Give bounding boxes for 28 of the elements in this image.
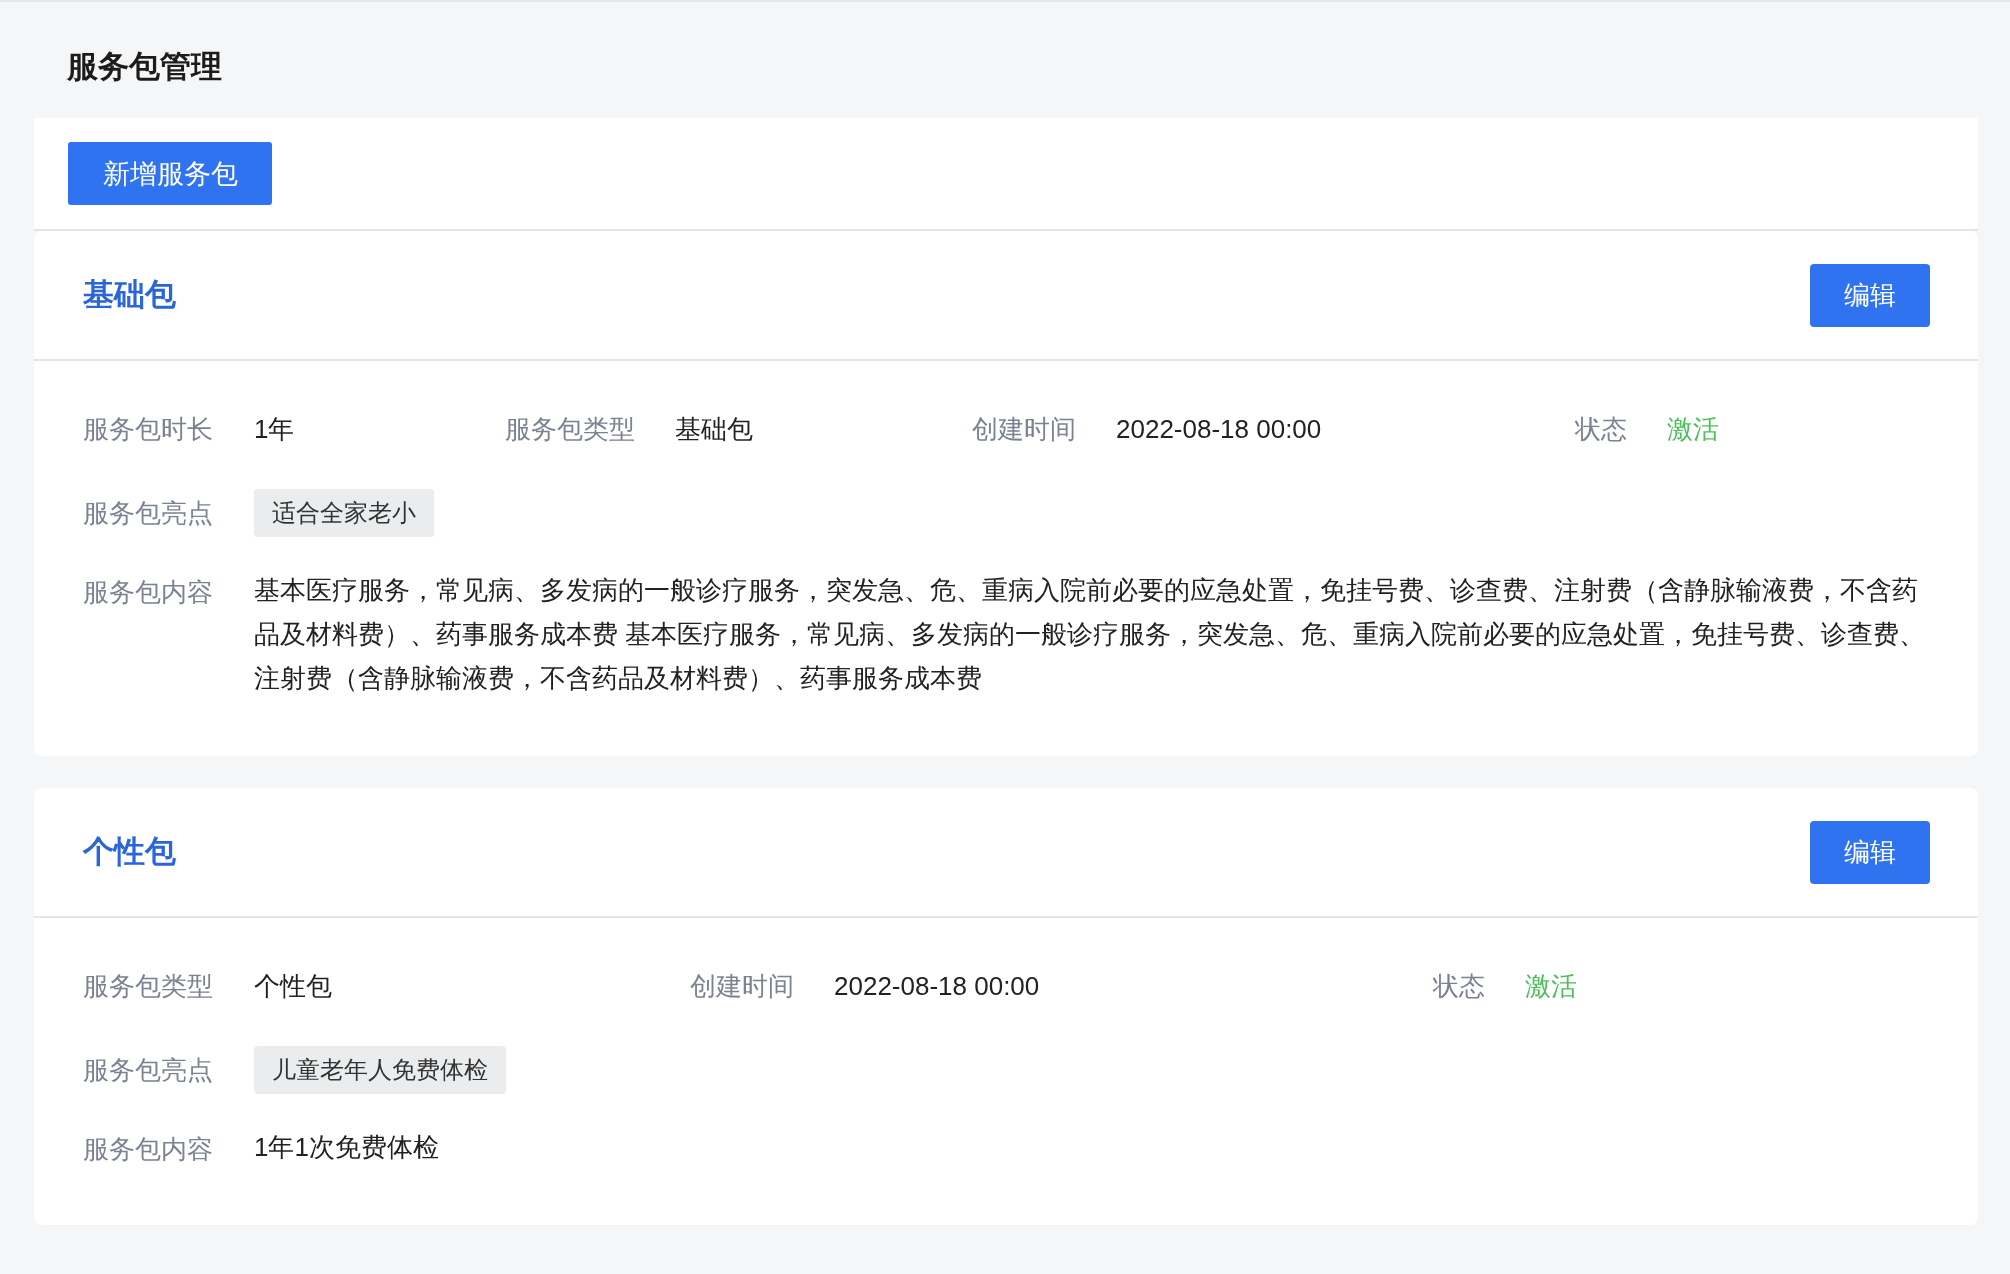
field-label: 服务包亮点 [83, 1053, 214, 1087]
status-text: 激活 [1525, 969, 1577, 1003]
field-value: 2022-08-18 00:00 [834, 970, 1040, 1002]
add-package-button[interactable]: 新增服务包 [68, 142, 272, 205]
content-text: 1年1次免费体检 [254, 1131, 440, 1164]
content-text: 基本医疗服务，常见病、多发病的一般诊疗服务，突发急、危、重病入院前必要的应急处置，免挂号费、诊查费、注射费（含静脉输液费，不含药品及材料费）、药事服务成本费 基本医疗服务，常见病、多发病的一般诊疗服务，突发急、危、重病入院前必要的应急处置，免挂号费、诊查费、注射费（含静脉输液费，不含药品及材料费）、药事服务成本费 [254, 574, 1927, 695]
highlight-tag: 儿童老年人免费体检 [254, 1046, 506, 1094]
edit-button[interactable]: 编辑 [1810, 263, 1930, 327]
page-title: 服务包管理 [65, 48, 223, 86]
highlight-tag: 适合全家老小 [254, 489, 434, 537]
field-label: 服务包时长 [83, 412, 214, 446]
field-label: 服务包内容 [83, 576, 214, 609]
field-label: 服务包类型 [83, 969, 214, 1003]
field-value: 个性包 [254, 969, 332, 1003]
field-label: 服务包类型 [505, 412, 635, 446]
package-name: 基础包 [83, 276, 176, 314]
field-label: 状态 [1575, 412, 1627, 446]
field-label: 服务包内容 [83, 1133, 214, 1166]
field-value: 基础包 [675, 412, 753, 446]
field-label: 服务包亮点 [83, 496, 214, 530]
edit-button[interactable]: 编辑 [1810, 820, 1930, 884]
field-label: 创建时间 [690, 969, 794, 1003]
package-name: 个性包 [83, 833, 176, 871]
field-value: 2022-08-18 00:00 [1116, 413, 1322, 445]
field-label: 创建时间 [972, 412, 1076, 446]
status-text: 激活 [1667, 412, 1719, 446]
field-label: 状态 [1433, 969, 1485, 1003]
field-value: 1年 [254, 412, 295, 446]
